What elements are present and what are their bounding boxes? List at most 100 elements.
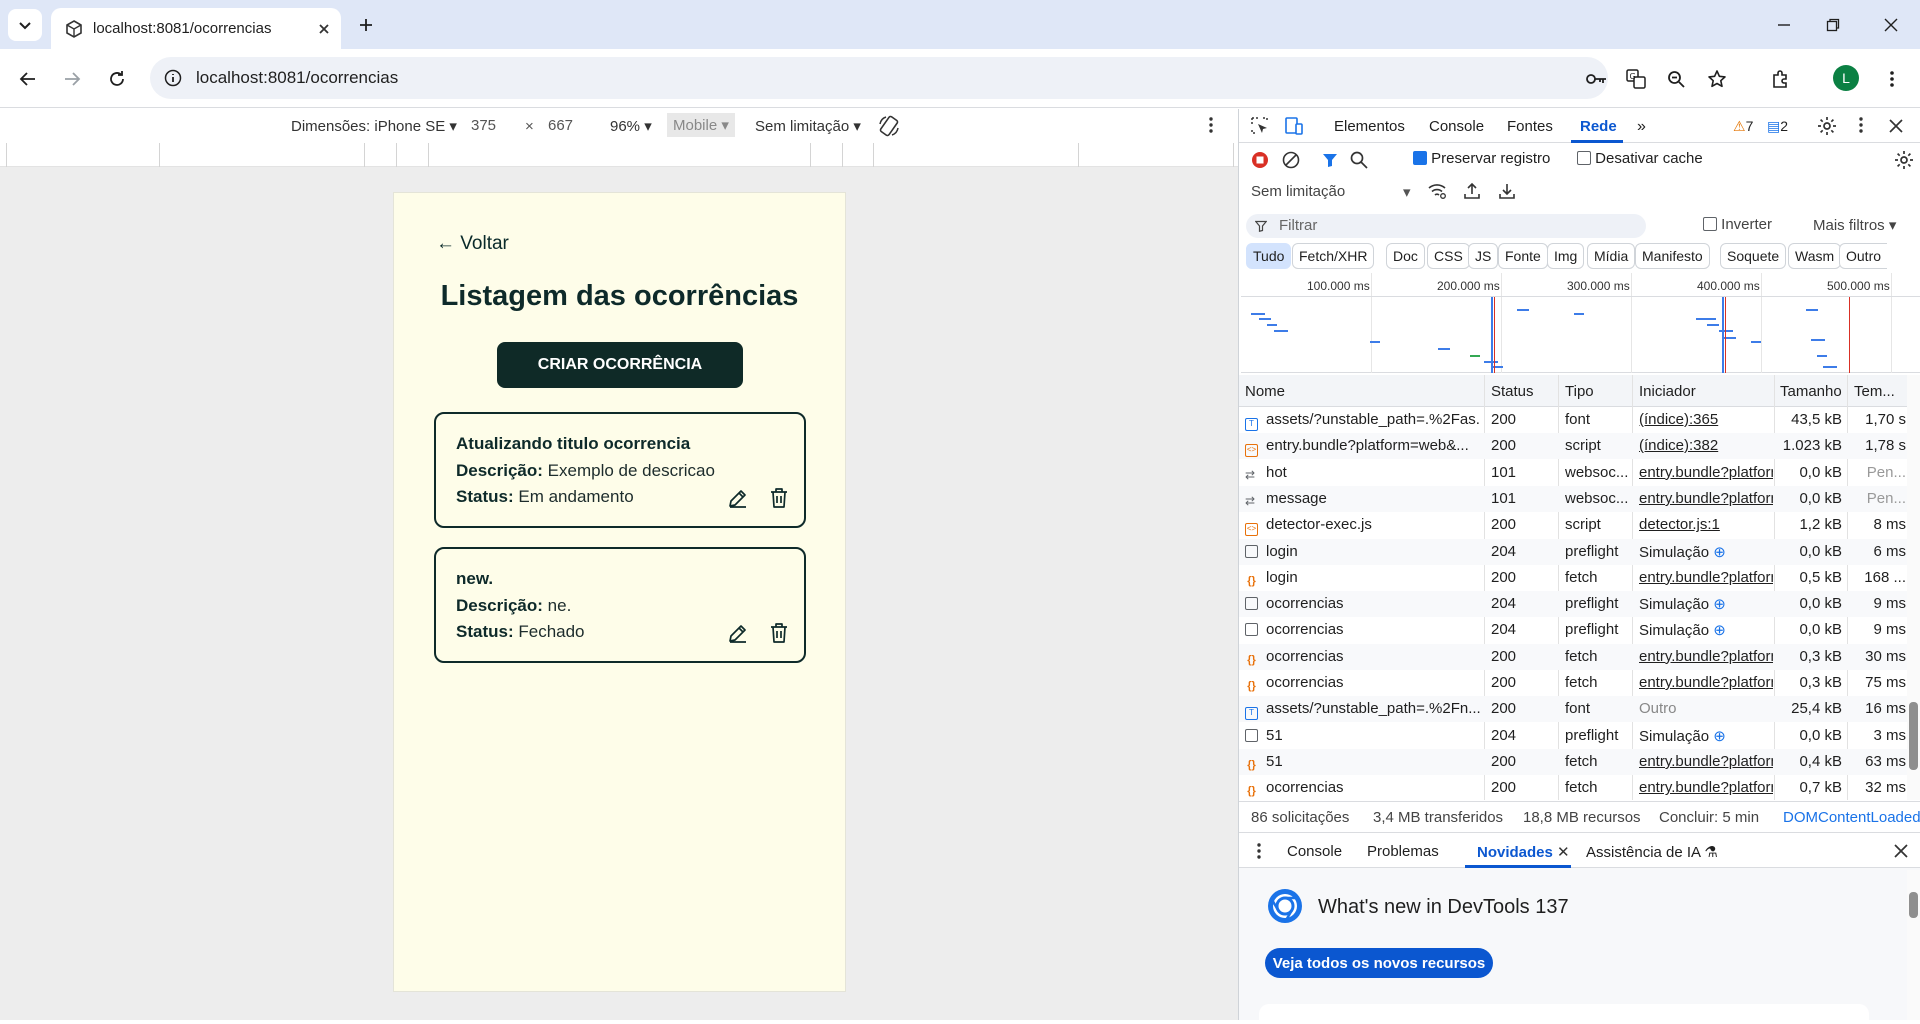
device-toolbar-icon[interactable]: [1284, 116, 1304, 136]
column-header-status[interactable]: Status: [1491, 383, 1534, 400]
extensions-button[interactable]: [1765, 63, 1797, 95]
invert-checkbox[interactable]: Inverter: [1703, 216, 1772, 233]
request-initiator[interactable]: entry.bundle?platform: [1639, 569, 1773, 586]
table-row[interactable]: 51 204 preflight Simulação ⊕ 0,0 kB 3 ms: [1239, 723, 1907, 749]
create-occurrence-button[interactable]: CRIAR OCORRÊNCIA: [497, 342, 743, 388]
request-initiator[interactable]: detector.js:1: [1639, 516, 1773, 533]
translate-button[interactable]: G: [1620, 63, 1652, 95]
close-tab-icon[interactable]: ✕: [1557, 844, 1570, 861]
initiator-text[interactable]: entry.bundle?platform: [1639, 464, 1773, 481]
request-initiator[interactable]: entry.bundle?platform: [1639, 779, 1773, 796]
type-filter-manifest[interactable]: Manifesto: [1635, 243, 1710, 269]
initiator-text[interactable]: entry.bundle?platform: [1639, 753, 1773, 770]
drawer-tab-console[interactable]: Console: [1287, 843, 1342, 860]
request-name[interactable]: {} login: [1245, 569, 1481, 588]
type-filter-all[interactable]: Tudo: [1246, 243, 1292, 269]
drawer-tab-ai-assistance[interactable]: Assistência de IA ⚗: [1586, 843, 1718, 861]
inspect-element-icon[interactable]: [1251, 117, 1269, 135]
rotate-button[interactable]: [877, 114, 901, 138]
request-initiator[interactable]: (índice):382: [1639, 437, 1773, 454]
table-scrollbar[interactable]: [1907, 375, 1920, 800]
minimize-button[interactable]: [1764, 10, 1804, 40]
table-row[interactable]: ⇄ message 101 websoc... entry.bundle?platfor…: [1239, 485, 1907, 512]
back-button[interactable]: [12, 63, 44, 95]
table-row[interactable]: Tassets/?unstable_path=.%2Fn... 200 font Ou…: [1239, 696, 1907, 723]
table-row[interactable]: <> entry.bundle?platform=web&... 200 script…: [1239, 433, 1907, 460]
request-name[interactable]: {} ocorrencias: [1245, 648, 1481, 667]
table-row[interactable]: <> detector-exec.js 200 script detector.js:1…: [1239, 512, 1907, 538]
request-name[interactable]: login: [1245, 543, 1481, 560]
height-input[interactable]: 667: [548, 117, 573, 134]
request-name[interactable]: Tassets/?unstable_path=.%2Fn...: [1245, 700, 1481, 721]
filter-funnel-icon[interactable]: [1322, 152, 1338, 168]
type-filter-fetch-xhr[interactable]: Fetch/XHR: [1292, 243, 1375, 269]
type-filter-wasm[interactable]: Wasm: [1788, 243, 1842, 269]
forward-button[interactable]: [56, 63, 88, 95]
tab-elements[interactable]: Elementos: [1334, 118, 1405, 135]
throttle-select[interactable]: Sem limitação ▾: [755, 117, 861, 135]
tab-network[interactable]: Rede: [1580, 118, 1617, 135]
type-filter-socket[interactable]: Soquete: [1720, 243, 1787, 269]
initiator-text[interactable]: (índice):382: [1639, 437, 1718, 454]
table-row[interactable]: ⇄ hot 101 websoc... entry.bundle?platform 0,0…: [1239, 460, 1907, 486]
warnings-badge[interactable]: ⚠7: [1733, 118, 1753, 135]
record-stop-icon[interactable]: [1251, 151, 1269, 169]
type-filter-doc[interactable]: Doc: [1386, 243, 1425, 269]
initiator-text[interactable]: entry.bundle?platform: [1639, 779, 1773, 796]
site-info-icon[interactable]: [164, 69, 182, 87]
table-row[interactable]: {} ocorrencias 200 fetch entry.bundle?platfo…: [1239, 775, 1907, 801]
type-filter-font[interactable]: Fonte: [1498, 243, 1548, 269]
url-text[interactable]: localhost:8081/ocorrencias: [196, 68, 398, 88]
type-filter-js[interactable]: JS: [1468, 243, 1499, 269]
initiator-text[interactable]: entry.bundle?platform: [1639, 490, 1773, 507]
address-bar[interactable]: localhost:8081/ocorrencias: [150, 57, 1608, 99]
tab-search-button[interactable]: [8, 9, 42, 41]
trash-icon[interactable]: [767, 621, 791, 645]
initiator-text[interactable]: (índice):365: [1639, 411, 1718, 428]
request-initiator[interactable]: entry.bundle?platform: [1639, 490, 1773, 507]
trash-icon[interactable]: [767, 486, 791, 510]
edit-pencil-icon[interactable]: [726, 621, 750, 645]
profile-avatar[interactable]: L: [1833, 65, 1859, 91]
request-name[interactable]: Tassets/?unstable_path=.%2Fas...: [1245, 411, 1481, 431]
initiator-text[interactable]: entry.bundle?platform: [1639, 648, 1773, 665]
device-select[interactable]: Dimensões: iPhone SE ▾: [291, 117, 457, 135]
messages-badge[interactable]: ▤2: [1767, 118, 1788, 135]
request-name[interactable]: {} 51: [1245, 753, 1481, 772]
request-name[interactable]: ocorrencias: [1245, 595, 1481, 612]
preserve-log-checkbox[interactable]: Preservar registro: [1413, 150, 1550, 167]
see-all-features-button[interactable]: Veja todos os novos recursos: [1265, 948, 1493, 978]
more-vertical-icon[interactable]: [1257, 843, 1261, 859]
table-row[interactable]: ocorrencias 204 preflight Simulação ⊕ 0,0 kB…: [1239, 591, 1907, 618]
close-tab-icon[interactable]: [317, 22, 331, 36]
more-filters-button[interactable]: Mais filtros ▾: [1813, 216, 1896, 234]
table-row[interactable]: {} 51 200 fetch entry.bundle?platform 0,4 kB 6…: [1239, 748, 1907, 775]
password-key-button[interactable]: [1581, 63, 1613, 95]
column-header-size[interactable]: Tamanho: [1780, 383, 1842, 400]
initiator-text[interactable]: entry.bundle?platform: [1639, 569, 1773, 586]
edit-pencil-icon[interactable]: [726, 486, 750, 510]
request-name[interactable]: <> detector-exec.js: [1245, 516, 1481, 537]
mode-select[interactable]: Mobile ▾: [667, 113, 735, 137]
drawer-tab-issues[interactable]: Problemas: [1367, 843, 1439, 860]
table-row[interactable]: login 204 preflight Simulação ⊕ 0,0 kB 6 ms: [1239, 538, 1907, 565]
request-name[interactable]: {} ocorrencias: [1245, 779, 1481, 798]
request-name[interactable]: ocorrencias: [1245, 621, 1481, 638]
close-window-button[interactable]: [1871, 10, 1911, 40]
settings-gear-icon[interactable]: [1817, 116, 1837, 136]
new-tab-button[interactable]: [352, 11, 380, 39]
close-devtools-icon[interactable]: [1889, 119, 1903, 133]
scrollbar-thumb[interactable]: [1909, 892, 1918, 918]
drawer-tab-whats-new[interactable]: Novidades ✕: [1477, 843, 1570, 861]
clear-icon[interactable]: [1282, 151, 1300, 169]
column-header-type[interactable]: Tipo: [1565, 383, 1594, 400]
request-initiator[interactable]: entry.bundle?platform: [1639, 648, 1773, 665]
import-har-icon[interactable]: [1463, 182, 1481, 200]
chrome-menu-button[interactable]: [1876, 63, 1908, 95]
browser-tab[interactable]: localhost:8081/ocorrencias: [51, 8, 341, 49]
network-overview-timeline[interactable]: 100.000 ms 200.000 ms 300.000 ms 400.000…: [1241, 273, 1920, 373]
more-vertical-icon[interactable]: [1859, 117, 1863, 133]
table-row[interactable]: {} ocorrencias 200 fetch entry.bundle?platfo…: [1239, 670, 1907, 696]
column-header-name[interactable]: Nome: [1245, 383, 1285, 400]
initiator-text[interactable]: entry.bundle?platform: [1639, 674, 1773, 691]
